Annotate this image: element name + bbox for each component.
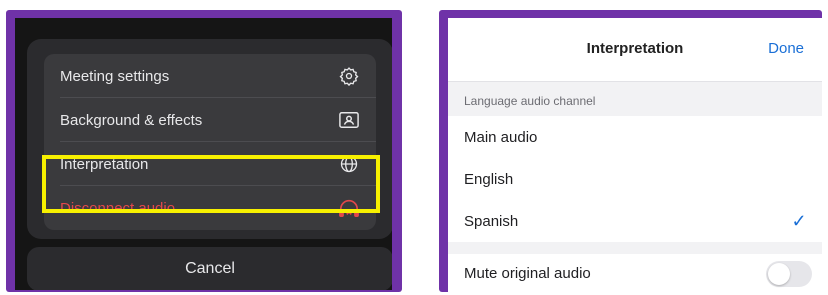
option-label: Main audio xyxy=(464,128,538,146)
mute-original-audio-row: Mute original audio xyxy=(448,254,822,292)
toggle-knob xyxy=(768,263,790,285)
menu-item-label: Background & effects xyxy=(60,111,203,129)
interpretation-screen: Interpretation Done Language audio chann… xyxy=(448,18,822,292)
page-title: Interpretation xyxy=(586,40,684,57)
cancel-label: Cancel xyxy=(185,260,235,277)
left-screenshot-frame: Meeting settings Background & effects In… xyxy=(6,10,402,292)
checkmark-icon: ✓ xyxy=(791,210,807,231)
right-screenshot-frame: Interpretation Done Language audio chann… xyxy=(439,10,822,292)
option-label: English xyxy=(464,170,514,188)
highlight-box xyxy=(42,155,380,213)
section-header: Language audio channel xyxy=(464,94,596,108)
menu-item-label: Meeting settings xyxy=(60,67,170,85)
cancel-button[interactable]: Cancel xyxy=(27,247,392,290)
mute-original-audio-toggle[interactable] xyxy=(766,261,812,287)
gear-icon xyxy=(338,65,360,87)
mute-label: Mute original audio xyxy=(464,264,591,282)
option-main-audio[interactable]: Main audio xyxy=(448,116,822,158)
language-options-list: Main audio English Spanish ✓ xyxy=(448,116,822,242)
option-english[interactable]: English xyxy=(448,158,822,200)
menu-item-meeting-settings[interactable]: Meeting settings xyxy=(44,54,376,98)
menu-item-background-effects[interactable]: Background & effects xyxy=(44,98,376,142)
action-sheet-screen: Meeting settings Background & effects In… xyxy=(15,18,392,290)
option-label: Spanish xyxy=(464,212,519,230)
option-spanish[interactable]: Spanish ✓ xyxy=(448,200,822,242)
done-button[interactable]: Done xyxy=(768,40,804,57)
navigation-bar: Interpretation Done xyxy=(448,18,822,82)
portrait-frame-icon xyxy=(338,109,360,131)
